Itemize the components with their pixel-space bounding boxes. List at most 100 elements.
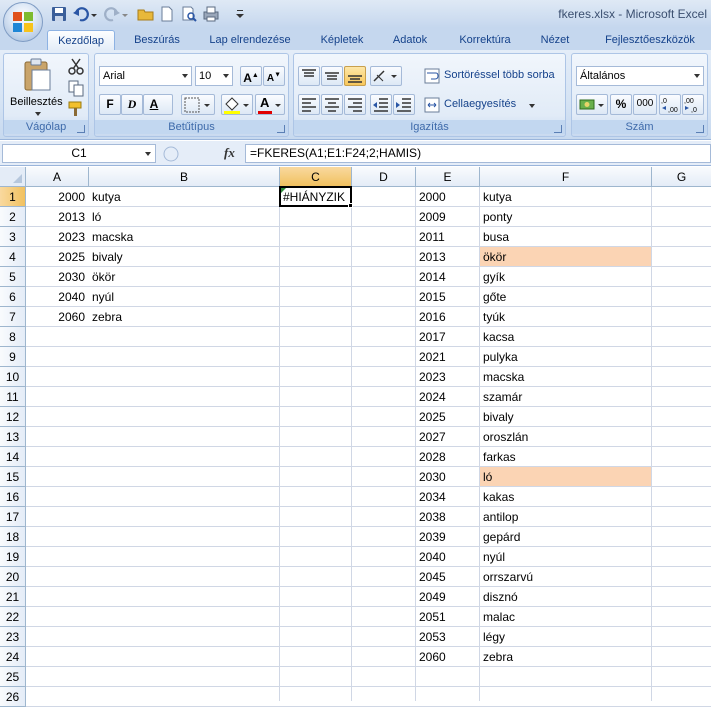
cell-f-r11[interactable]: szamár <box>480 387 651 406</box>
cell-b-r2[interactable]: ló <box>89 207 279 226</box>
column-header-d[interactable]: D <box>352 167 416 187</box>
cell-e-r24[interactable]: 2060 <box>416 647 479 666</box>
decrease-indent-button[interactable] <box>370 94 392 115</box>
align-center-button[interactable] <box>321 94 343 115</box>
font-size-combo[interactable]: 10 <box>195 66 233 86</box>
decrease-decimal-icon-button[interactable]: ,00,0 <box>682 94 704 115</box>
row-header-23[interactable]: 23 <box>0 627 26 647</box>
cell-a-r1[interactable]: 2000 <box>26 187 88 206</box>
row-header-24[interactable]: 24 <box>0 647 26 667</box>
column-header-e[interactable]: E <box>416 167 480 187</box>
increase-decimal-button[interactable]: ,0,00 <box>659 94 681 115</box>
borders-button[interactable] <box>181 94 215 115</box>
open-folder-icon[interactable] <box>137 5 155 23</box>
shrink-font-button[interactable]: A▼ <box>263 66 285 86</box>
new-document-icon[interactable] <box>158 5 176 23</box>
undo-icon[interactable] <box>72 5 90 23</box>
cell-f-r3[interactable]: busa <box>480 227 651 246</box>
cell-c-r1[interactable]: #HIÁNYZIK <box>280 187 352 207</box>
increase-indent-button[interactable] <box>393 94 415 115</box>
cell-a-r4[interactable]: 2025 <box>26 247 88 266</box>
cell-e-r7[interactable]: 2016 <box>416 307 479 326</box>
cell-a-r6[interactable]: 2040 <box>26 287 88 306</box>
row-header-2[interactable]: 2 <box>0 207 26 227</box>
cell-e-r10[interactable]: 2023 <box>416 367 479 386</box>
cell-b-r5[interactable]: ökör <box>89 267 279 286</box>
number-format-combo[interactable]: Általános <box>576 66 704 86</box>
tab-kepletek[interactable]: Képletek <box>310 30 374 50</box>
align-top-button[interactable] <box>298 66 320 86</box>
cell-b-r4[interactable]: bivaly <box>89 247 279 266</box>
cell-e-r3[interactable]: 2011 <box>416 227 479 246</box>
accounting-format-button[interactable] <box>576 94 608 115</box>
column-header-a[interactable]: A <box>26 167 89 187</box>
cell-e-r23[interactable]: 2053 <box>416 627 479 646</box>
insert-function-button[interactable]: fx <box>224 145 235 161</box>
row-header-14[interactable]: 14 <box>0 447 26 467</box>
cell-e-r19[interactable]: 2040 <box>416 547 479 566</box>
cell-f-r8[interactable]: kacsa <box>480 327 651 346</box>
cell-f-r17[interactable]: antilop <box>480 507 651 526</box>
cell-b-r1[interactable]: kutya <box>89 187 279 206</box>
row-header-20[interactable]: 20 <box>0 567 26 587</box>
row-header-18[interactable]: 18 <box>0 527 26 547</box>
font-launcher-icon[interactable] <box>277 125 285 133</box>
grow-font-button[interactable]: A▲ <box>240 66 262 86</box>
row-header-19[interactable]: 19 <box>0 547 26 567</box>
cell-f-r7[interactable]: tyúk <box>480 307 651 326</box>
number-launcher-icon[interactable] <box>696 125 704 133</box>
row-header-7[interactable]: 7 <box>0 307 26 327</box>
cell-f-r5[interactable]: gyík <box>480 267 651 286</box>
row-header-21[interactable]: 21 <box>0 587 26 607</box>
cell-f-r19[interactable]: nyúl <box>480 547 651 566</box>
select-all-button[interactable] <box>0 167 26 187</box>
cell-e-r5[interactable]: 2014 <box>416 267 479 286</box>
customize-toolbar-icon[interactable] <box>234 5 246 23</box>
cell-a-r2[interactable]: 2013 <box>26 207 88 226</box>
cell-e-r2[interactable]: 2009 <box>416 207 479 226</box>
column-header-b[interactable]: B <box>89 167 280 187</box>
tab-kezdolap[interactable]: Kezdőlap <box>47 30 115 50</box>
row-header-22[interactable]: 22 <box>0 607 26 627</box>
row-header-11[interactable]: 11 <box>0 387 26 407</box>
row-header-3[interactable]: 3 <box>0 227 26 247</box>
worksheet-grid[interactable]: ABCDEFG 1 2 3 4 5 6 7 8 9 10 11 12 13 14 15 16 17 18 19 20 2… <box>0 167 711 707</box>
cell-e-r6[interactable]: 2015 <box>416 287 479 306</box>
fill-color-button[interactable] <box>221 94 253 115</box>
cell-b-r7[interactable]: zebra <box>89 307 279 326</box>
font-name-combo[interactable]: Arial <box>99 66 192 86</box>
cell-f-r16[interactable]: kakas <box>480 487 651 506</box>
tab-nezet[interactable]: Nézet <box>532 30 578 50</box>
row-header-5[interactable]: 5 <box>0 267 26 287</box>
cell-f-r2[interactable]: ponty <box>480 207 651 226</box>
redo-icon[interactable] <box>103 5 121 23</box>
italic-button[interactable]: D <box>121 94 143 115</box>
thousands-separator-button[interactable]: 000 <box>633 94 657 115</box>
format-painter-button[interactable] <box>66 99 86 119</box>
cell-f-r10[interactable]: macska <box>480 367 651 386</box>
wrap-text-button[interactable]: Sortöréssel több sorba <box>422 66 564 86</box>
cell-f-r13[interactable]: oroszlán <box>480 427 651 446</box>
cell-e-r17[interactable]: 2038 <box>416 507 479 526</box>
formula-input[interactable]: =FKERES(A1;E1:F24;2;HAMIS) <box>245 144 711 163</box>
cell-a-r5[interactable]: 2030 <box>26 267 88 286</box>
cell-e-r12[interactable]: 2025 <box>416 407 479 426</box>
column-header-f[interactable]: F <box>480 167 652 187</box>
cell-f-r18[interactable]: gepárd <box>480 527 651 546</box>
align-left-button[interactable] <box>298 94 320 115</box>
merge-cells-button[interactable]: Cellaegyesítés <box>422 94 542 115</box>
name-box[interactable]: C1 <box>2 144 156 163</box>
cell-e-r11[interactable]: 2024 <box>416 387 479 406</box>
cell-f-r14[interactable]: farkas <box>480 447 651 466</box>
cell-f-r23[interactable]: légy <box>480 627 651 646</box>
align-right-button[interactable] <box>344 94 366 115</box>
cell-f-r12[interactable]: bivaly <box>480 407 651 426</box>
cell-e-r15[interactable]: 2030 <box>416 467 479 486</box>
office-button[interactable] <box>3 2 43 42</box>
undo-dropdown-icon[interactable] <box>90 5 98 23</box>
alignment-launcher-icon[interactable] <box>554 125 562 133</box>
align-middle-button[interactable] <box>321 66 343 86</box>
row-header-25[interactable]: 25 <box>0 667 26 687</box>
cell-e-r21[interactable]: 2049 <box>416 587 479 606</box>
cell-f-r1[interactable]: kutya <box>480 187 651 206</box>
